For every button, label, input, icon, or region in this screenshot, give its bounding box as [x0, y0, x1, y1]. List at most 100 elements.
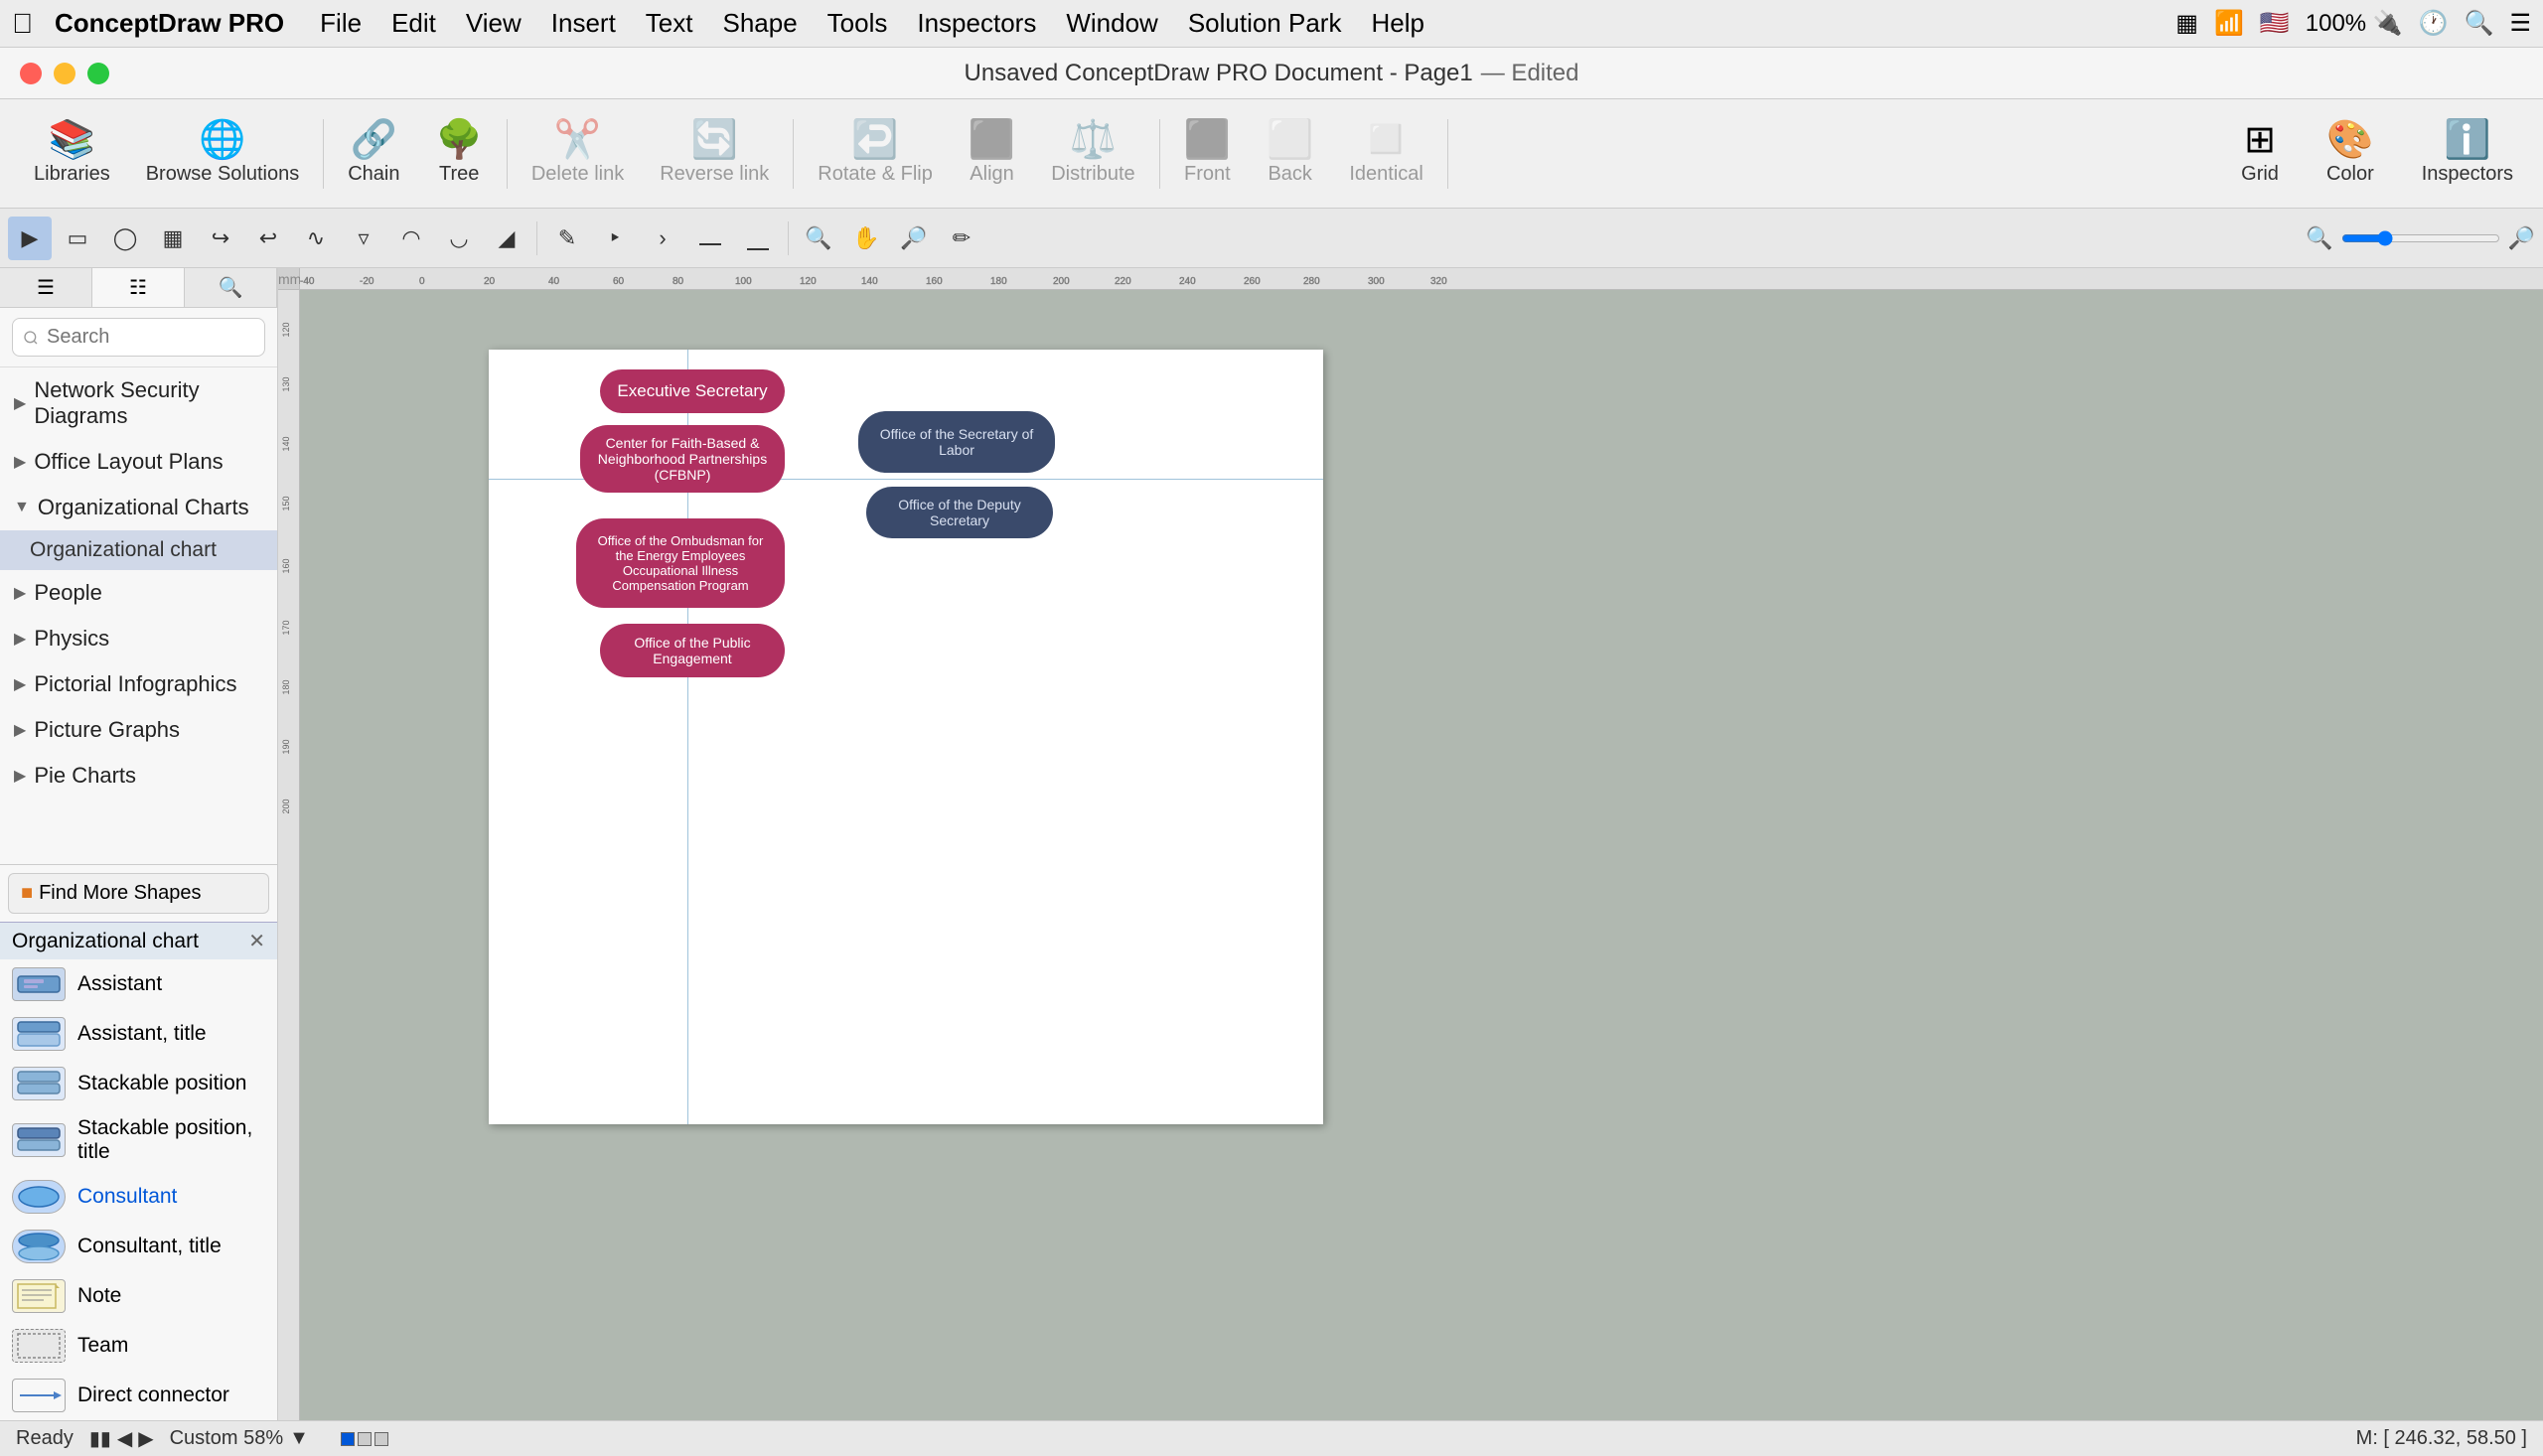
shape-secretary-labor[interactable]: Office of the Secretary of Labor [858, 411, 1055, 473]
zoom-out-btn[interactable]: 🔍 [797, 217, 840, 260]
magnify-tool[interactable]: 🔎 [892, 217, 936, 260]
sidebar-item-physics[interactable]: ▶ Physics [0, 616, 277, 661]
sidebar-item-org-charts[interactable]: ▼ Organizational Charts [0, 485, 277, 530]
shape-faith-based[interactable]: Center for Faith-Based & Neighborhood Pa… [580, 425, 785, 493]
menu-solution-park[interactable]: Solution Park [1182, 6, 1348, 41]
identical-button[interactable]: ◻️ Identical [1331, 115, 1441, 192]
front-button[interactable]: ⬛ Front [1166, 115, 1249, 192]
zoom-slider[interactable] [2341, 230, 2500, 246]
shape-item-stackable[interactable]: Stackable position [0, 1059, 277, 1108]
find-more-shapes-button[interactable]: ■ Find More Shapes [8, 873, 269, 914]
delete-link-button[interactable]: ✂️ Delete link [514, 115, 642, 192]
assistant-thumb [12, 967, 66, 1001]
page-dot-1[interactable] [341, 1432, 355, 1446]
grid-label: Grid [2241, 163, 2279, 186]
sidebar-tab-search[interactable]: 🔍 [185, 268, 277, 307]
toolbar-right: ⊞ Grid 🎨 Color ℹ️ Inspectors [2227, 115, 2527, 192]
sidebar-item-picture-graphs[interactable]: ▶ Picture Graphs [0, 707, 277, 753]
connector-tool-3[interactable]: ⎼ [688, 217, 732, 260]
reverse-link-label: Reverse link [660, 163, 769, 186]
ellipse-tool[interactable]: ◯ [103, 217, 147, 260]
chain-button[interactable]: 🔗 Chain [330, 115, 417, 192]
sidebar-item-org-chart[interactable]: Organizational chart [0, 530, 277, 570]
libraries-button[interactable]: 📚 Libraries [16, 115, 128, 192]
browse-solutions-button[interactable]: 🌐 Browse Solutions [128, 115, 318, 192]
sidebar-item-pictorial[interactable]: ▶ Pictorial Infographics [0, 661, 277, 707]
connector-tool-2[interactable]: › [641, 217, 684, 260]
grid-button[interactable]: ⊞ Grid [2227, 115, 2293, 192]
grid-icon: ⊞ [2244, 121, 2276, 159]
canvas[interactable]: Executive Secretary Center for Faith-Bas… [300, 290, 2543, 1420]
sidebar-item-people[interactable]: ▶ People [0, 570, 277, 616]
connector-tool-1[interactable]: ‣ [593, 217, 637, 260]
back-button[interactable]: ⬜ Back [1249, 115, 1331, 192]
sidebar-item-pie-charts[interactable]: ▶ Pie Charts [0, 753, 277, 799]
pen-tool[interactable]: ✎ [545, 217, 589, 260]
zoom-dropdown-icon[interactable]: ▼ [289, 1427, 309, 1450]
sidebar-tab-list[interactable]: ☰ [0, 268, 92, 307]
shape-item-consultant[interactable]: Consultant [0, 1172, 277, 1222]
zoom-out-icon[interactable]: 🔍 [2306, 225, 2332, 251]
shape-item-team[interactable]: Team [0, 1321, 277, 1371]
rotate-button[interactable]: ↩️ Rotate & Flip [800, 115, 951, 192]
menu-shape[interactable]: Shape [716, 6, 803, 41]
shape-item-assistant[interactable]: Assistant [0, 959, 277, 1009]
polyline-tool[interactable]: ▿ [342, 217, 385, 260]
align-button[interactable]: ⬛ Align [951, 115, 1033, 192]
distribute-button[interactable]: ⚖️ Distribute [1033, 115, 1152, 192]
menu-inspectors[interactable]: Inspectors [911, 6, 1042, 41]
select-tool[interactable]: ▶ [8, 217, 52, 260]
sidebar-item-office-layout[interactable]: ▶ Office Layout Plans [0, 439, 277, 485]
shape-item-stackable-title[interactable]: Stackable position, title [0, 1108, 277, 1172]
bezier-tool[interactable]: ∿ [294, 217, 338, 260]
menu-view[interactable]: View [460, 6, 527, 41]
search-menu-icon[interactable]: 🔍 [2465, 9, 2494, 38]
minimize-button[interactable] [54, 63, 75, 84]
pause-button[interactable]: ▮▮ [89, 1426, 111, 1451]
curve-tool[interactable]: ↪ [199, 217, 242, 260]
menu-tools[interactable]: Tools [822, 6, 894, 41]
tree-button[interactable]: 🌳 Tree [418, 115, 501, 192]
arc-tool[interactable]: ↩ [246, 217, 290, 260]
close-button[interactable] [20, 63, 42, 84]
menu-text[interactable]: Text [640, 6, 699, 41]
reverse-link-button[interactable]: 🔄 Reverse link [642, 115, 787, 192]
menu-edit[interactable]: Edit [385, 6, 442, 41]
page-dot-2[interactable] [358, 1432, 372, 1446]
menu-window[interactable]: Window [1060, 6, 1163, 41]
prev-page-button[interactable]: ◀ [117, 1426, 132, 1451]
table-tool[interactable]: ▦ [151, 217, 195, 260]
pan-tool[interactable]: ✋ [844, 217, 888, 260]
connector-tool-4[interactable]: ⎽ [736, 217, 780, 260]
page-dot-3[interactable] [374, 1432, 388, 1446]
next-page-button[interactable]: ▶ [138, 1426, 153, 1451]
back-label: Back [1268, 163, 1311, 186]
shape-deputy-secretary[interactable]: Office of the Deputy Secretary [866, 487, 1053, 538]
sidebar-item-network-security[interactable]: ▶ Network Security Diagrams [0, 367, 277, 439]
shape-executive-secretary[interactable]: Executive Secretary [600, 369, 785, 413]
shape-item-connector[interactable]: Direct connector [0, 1371, 277, 1420]
shape-tool-2[interactable]: ◡ [437, 217, 481, 260]
search-input[interactable] [12, 318, 265, 357]
menu-help[interactable]: Help [1365, 6, 1429, 41]
shape-item-note[interactable]: Note [0, 1271, 277, 1321]
shape-public-engagement[interactable]: Office of the Public Engagement [600, 624, 785, 677]
shape-item-consultant-title[interactable]: Consultant, title [0, 1222, 277, 1271]
rect-tool[interactable]: ▭ [56, 217, 99, 260]
notification-icon[interactable]: ☰ [2509, 9, 2531, 38]
shape-tool-3[interactable]: ◢ [485, 217, 528, 260]
shape-tool-1[interactable]: ◠ [389, 217, 433, 260]
shape-label-team: Team [77, 1334, 128, 1358]
sidebar-tab-grid[interactable]: ☷ [92, 268, 185, 307]
canvas-page[interactable]: Executive Secretary Center for Faith-Bas… [489, 350, 1323, 1124]
menu-file[interactable]: File [314, 6, 368, 41]
maximize-button[interactable] [87, 63, 109, 84]
menu-insert[interactable]: Insert [545, 6, 622, 41]
pencil-tool[interactable]: ✏ [940, 217, 983, 260]
zoom-in-icon[interactable]: 🔎 [2508, 225, 2535, 251]
color-button[interactable]: 🎨 Color [2313, 115, 2388, 192]
inspectors-button[interactable]: ℹ️ Inspectors [2408, 115, 2527, 192]
shape-item-assistant-title[interactable]: Assistant, title [0, 1009, 277, 1059]
shape-ombudsman[interactable]: Office of the Ombudsman for the Energy E… [576, 518, 785, 608]
shape-panel-close-button[interactable]: ✕ [248, 929, 265, 953]
